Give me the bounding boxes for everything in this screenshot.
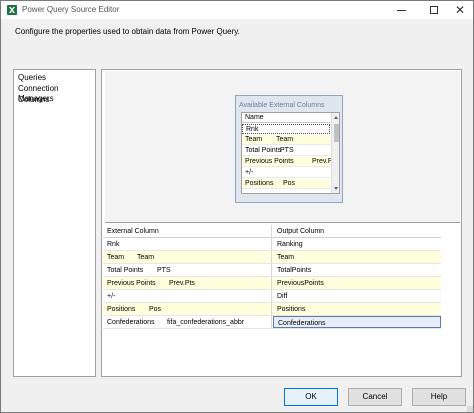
external-name: Team bbox=[107, 254, 125, 261]
external-alias: fifa_confederations_abbr bbox=[167, 319, 245, 326]
column-name: Team bbox=[245, 136, 263, 143]
table-row[interactable]: Team Team Team bbox=[103, 251, 441, 264]
close-icon: ✕ bbox=[454, 3, 466, 17]
column-alias: Pos bbox=[283, 180, 296, 187]
excel-app-icon bbox=[7, 5, 17, 15]
minimize-button[interactable] bbox=[386, 1, 416, 19]
output-column-cell[interactable]: Positions bbox=[273, 303, 441, 315]
list-item[interactable]: Positions Pos bbox=[242, 179, 330, 189]
list-item[interactable]: Rnk bbox=[242, 124, 330, 134]
scroll-up-icon[interactable] bbox=[334, 116, 338, 119]
help-button[interactable]: Help bbox=[412, 388, 466, 406]
instruction-text: Configure the properties used to obtain … bbox=[15, 27, 240, 36]
list-item[interactable]: Previous Points Prev.Pts bbox=[242, 157, 338, 167]
close-button[interactable]: ✕ bbox=[445, 1, 474, 19]
minimize-icon bbox=[396, 9, 406, 11]
nav-item-queries[interactable]: Queries bbox=[18, 73, 46, 83]
list-item[interactable]: +/- bbox=[242, 168, 330, 178]
table-row[interactable]: Total Points PTS TotalPoints bbox=[103, 264, 441, 277]
external-name: +/- bbox=[107, 293, 116, 300]
table-row[interactable]: Previous Points Prev.Pts PreviousPoints bbox=[103, 277, 441, 290]
output-column-header[interactable]: Output Column bbox=[273, 225, 441, 237]
column-name: Total Points bbox=[245, 147, 282, 154]
external-column-header[interactable]: External Column bbox=[103, 225, 272, 237]
external-column-cell[interactable]: Total Points PTS bbox=[103, 264, 272, 276]
window-title: Power Query Source Editor bbox=[22, 5, 120, 14]
column-name: +/- bbox=[245, 169, 254, 176]
column-name: Rnk bbox=[246, 126, 259, 133]
ok-button[interactable]: OK bbox=[284, 388, 338, 406]
canvas-area: Available External Columns Name Rnk Team… bbox=[105, 71, 460, 223]
external-column-cell[interactable]: +/- bbox=[103, 290, 272, 302]
output-column-cell[interactable]: TotalPoints bbox=[273, 264, 441, 276]
column-name: Previous Points bbox=[245, 158, 294, 165]
navigation-list: Queries Connection Managers Columns bbox=[13, 69, 96, 377]
grid-header-row: External Column Output Column bbox=[103, 225, 441, 238]
name-column-header: Name bbox=[245, 114, 264, 121]
cancel-button[interactable]: Cancel bbox=[348, 388, 402, 406]
available-columns-title: Available External Columns bbox=[239, 102, 325, 109]
external-alias: Pos bbox=[149, 306, 162, 313]
external-column-cell[interactable]: Team Team bbox=[103, 251, 272, 263]
column-name: Positions bbox=[245, 180, 274, 187]
external-column-cell[interactable]: Positions Pos bbox=[103, 303, 272, 315]
external-column-combobox[interactable]: Confederations fifa_confederations_abbr bbox=[103, 316, 272, 328]
list-item[interactable]: Team Team bbox=[242, 135, 330, 145]
table-row[interactable]: Confederations fifa_confederations_abbr C… bbox=[103, 316, 441, 329]
table-row[interactable]: +/- Diff bbox=[103, 290, 441, 303]
column-alias: PTS bbox=[280, 147, 294, 154]
nav-item-columns[interactable]: Columns bbox=[18, 95, 50, 105]
column-alias: Team bbox=[276, 136, 294, 143]
available-columns-header[interactable]: Name bbox=[242, 113, 330, 123]
external-name: Rnk bbox=[107, 241, 120, 248]
external-alias: Team bbox=[137, 254, 155, 261]
available-external-columns-box: Available External Columns Name Rnk Team… bbox=[235, 95, 343, 203]
output-column-cell[interactable]: Ranking bbox=[273, 238, 441, 250]
column-mapping-grid: External Column Output Column Rnk Rankin… bbox=[103, 225, 460, 375]
output-column-input[interactable]: Confederations bbox=[273, 316, 441, 328]
external-alias: PTS bbox=[157, 267, 171, 274]
external-alias: Prev.Pts bbox=[169, 280, 195, 287]
external-name: Confederations bbox=[107, 319, 155, 326]
available-columns-list: Name Rnk Team Team Total Points PTS Prev… bbox=[241, 112, 340, 194]
column-canvas: Available External Columns Name Rnk Team… bbox=[103, 71, 460, 224]
output-column-cell[interactable]: Team bbox=[273, 251, 441, 263]
output-column-cell[interactable]: PreviousPoints bbox=[273, 277, 441, 289]
scrollbar-thumb[interactable] bbox=[334, 124, 339, 142]
list-item[interactable]: Total Points PTS bbox=[242, 146, 330, 156]
columns-panel: Available External Columns Name Rnk Team… bbox=[101, 69, 462, 377]
external-column-cell[interactable]: Previous Points Prev.Pts bbox=[103, 277, 272, 289]
external-column-cell[interactable]: Rnk bbox=[103, 238, 272, 250]
table-row[interactable]: Rnk Ranking bbox=[103, 238, 441, 251]
external-name: Total Points bbox=[107, 267, 144, 274]
title-bar: Power Query Source Editor ✕ bbox=[1, 1, 473, 19]
nav-item-connection-managers[interactable]: Connection Managers bbox=[18, 84, 95, 103]
vertical-scrollbar[interactable] bbox=[331, 113, 339, 193]
table-row[interactable]: Positions Pos Positions bbox=[103, 303, 441, 316]
output-column-cell[interactable]: Diff bbox=[273, 290, 441, 302]
resize-grip-icon[interactable] bbox=[467, 406, 473, 412]
external-name: Positions bbox=[107, 306, 136, 313]
scroll-down-icon[interactable] bbox=[334, 187, 338, 190]
external-name: Previous Points bbox=[107, 280, 156, 287]
power-query-source-editor-window: Power Query Source Editor ✕ Configure th… bbox=[0, 0, 474, 413]
maximize-icon bbox=[430, 6, 438, 14]
